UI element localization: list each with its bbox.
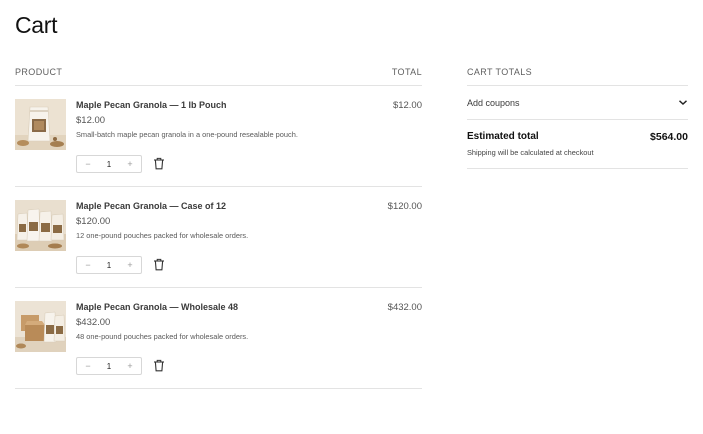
trash-icon	[154, 157, 164, 170]
cart-totals-section: CART TOTALS Add coupons Estimated total …	[467, 60, 688, 169]
trash-icon	[154, 359, 164, 372]
quantity-value[interactable]: 1	[107, 160, 111, 169]
item-price: $12.00	[76, 115, 106, 126]
quantity-stepper: − 1 +	[76, 357, 142, 375]
trash-icon	[154, 258, 164, 271]
item-total: $120.00	[387, 201, 422, 212]
quantity-stepper: − 1 +	[76, 256, 142, 274]
chevron-down-icon	[679, 100, 687, 105]
page-title: Cart	[15, 12, 58, 38]
estimated-total-block: Estimated total $564.00 Shipping will be…	[467, 120, 688, 169]
granola-wholesale-photo-icon	[15, 301, 66, 352]
item-description: 12 one-pound pouches packed for wholesal…	[76, 231, 249, 240]
item-price: $120.00	[76, 216, 111, 227]
remove-item-button[interactable]	[153, 258, 165, 271]
increment-button[interactable]: +	[125, 260, 135, 270]
cart-item: Maple Pecan Granola — 1 lb Pouch $12.00 …	[15, 86, 422, 187]
shipping-note: Shipping will be calculated at checkout	[467, 148, 594, 157]
decrement-button[interactable]: −	[83, 159, 93, 169]
product-image[interactable]	[15, 200, 66, 251]
item-description: 48 one-pound pouches packed for wholesal…	[76, 332, 249, 341]
item-name[interactable]: Maple Pecan Granola — Wholesale 48	[76, 302, 238, 312]
remove-item-button[interactable]	[153, 359, 165, 372]
item-name[interactable]: Maple Pecan Granola — Case of 12	[76, 201, 226, 211]
increment-button[interactable]: +	[125, 159, 135, 169]
add-coupons-label: Add coupons	[467, 97, 520, 108]
quantity-stepper: − 1 +	[76, 155, 142, 173]
column-product-label: PRODUCT	[15, 67, 63, 77]
granola-pouch-photo-icon	[15, 99, 66, 150]
cart-items-section: PRODUCT TOTAL Maple Pecan Granola — 1 lb…	[15, 60, 422, 389]
cart-item: Maple Pecan Granola — Case of 12 $120.00…	[15, 187, 422, 288]
item-total: $12.00	[392, 100, 422, 111]
increment-button[interactable]: +	[125, 361, 135, 371]
item-total: $432.00	[387, 302, 422, 313]
estimated-total-label: Estimated total	[467, 131, 539, 142]
cart-totals-heading: CART TOTALS	[467, 60, 688, 86]
item-name[interactable]: Maple Pecan Granola — 1 lb Pouch	[76, 100, 227, 110]
item-description: Small-batch maple pecan granola in a one…	[76, 130, 298, 139]
item-price: $432.00	[76, 317, 111, 328]
granola-case-photo-icon	[15, 200, 66, 251]
decrement-button[interactable]: −	[83, 260, 93, 270]
add-coupons-toggle[interactable]: Add coupons	[467, 86, 688, 120]
column-total-label: TOTAL	[391, 67, 422, 77]
quantity-value[interactable]: 1	[107, 362, 111, 371]
estimated-total-value: $564.00	[650, 131, 688, 143]
cart-column-header: PRODUCT TOTAL	[15, 60, 422, 86]
quantity-value[interactable]: 1	[107, 261, 111, 270]
product-image[interactable]	[15, 301, 66, 352]
decrement-button[interactable]: −	[83, 361, 93, 371]
product-image[interactable]	[15, 99, 66, 150]
cart-item: Maple Pecan Granola — Wholesale 48 $432.…	[15, 288, 422, 389]
remove-item-button[interactable]	[153, 157, 165, 170]
